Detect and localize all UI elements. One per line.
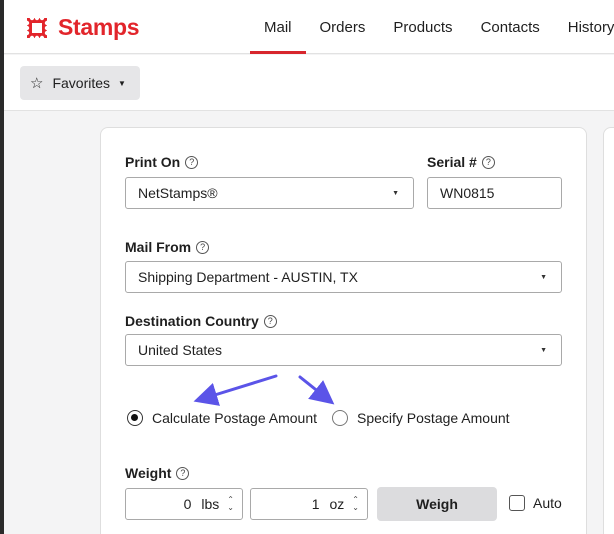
serial-label-text: Serial #	[427, 154, 477, 170]
mail-from-select[interactable]: Shipping Department - AUSTIN, TX ▼	[125, 261, 562, 293]
calculate-postage-label: Calculate Postage Amount	[152, 410, 317, 426]
destination-country-select[interactable]: United States ▼	[125, 334, 562, 366]
tab-contacts[interactable]: Contacts	[467, 0, 554, 54]
oz-value: 1	[311, 496, 320, 512]
weight-label: Weight ?	[125, 465, 190, 481]
auto-checkbox[interactable]: Auto	[509, 495, 562, 511]
destination-country-label: Destination Country ?	[125, 313, 277, 329]
help-circle-icon[interactable]: ?	[196, 240, 210, 254]
favorites-button[interactable]: ☆ Favorites ▼	[20, 66, 140, 100]
specify-postage-radio[interactable]: Specify Postage Amount	[332, 410, 510, 426]
lbs-unit: lbs	[201, 496, 220, 512]
caret-down-icon: ▼	[540, 347, 547, 354]
print-on-select[interactable]: NetStamps® ▼	[125, 177, 414, 209]
tab-orders[interactable]: Orders	[306, 0, 380, 54]
caret-down-icon: ▼	[540, 274, 547, 281]
star-icon: ☆	[30, 75, 44, 92]
sub-toolbar: ☆ Favorites ▼	[4, 55, 614, 111]
help-circle-icon[interactable]: ?	[481, 155, 495, 169]
stepper-arrows-icon[interactable]: ⌃ ⌄	[227, 496, 234, 512]
calculate-postage-radio[interactable]: Calculate Postage Amount	[127, 410, 317, 426]
mail-from-label: Mail From ?	[125, 239, 210, 255]
weight-lbs-stepper[interactable]: 0 lbs ⌃ ⌄	[125, 488, 243, 520]
help-circle-icon[interactable]: ?	[185, 155, 199, 169]
top-navigation-bar: Stamps Mail Orders Products Contacts His…	[4, 0, 614, 54]
radio-unchecked-icon[interactable]	[332, 410, 348, 426]
lbs-value: 0	[183, 496, 192, 512]
caret-down-icon: ▼	[118, 78, 126, 88]
checkbox-icon[interactable]	[509, 495, 525, 511]
stamps-logo[interactable]: Stamps	[24, 14, 140, 41]
destination-country-value: United States	[138, 342, 223, 358]
weight-oz-stepper[interactable]: 1 oz ⌃ ⌄	[250, 488, 368, 520]
tab-products[interactable]: Products	[379, 0, 466, 54]
tab-history[interactable]: History	[554, 0, 614, 54]
stamps-logo-icon	[24, 15, 50, 40]
weigh-button[interactable]: Weigh	[377, 487, 497, 521]
weight-label-text: Weight	[125, 465, 172, 481]
mail-from-value: Shipping Department - AUSTIN, TX	[138, 269, 358, 285]
specify-postage-label: Specify Postage Amount	[357, 410, 510, 426]
favorites-label: Favorites	[52, 75, 111, 91]
print-on-value: NetStamps®	[138, 185, 218, 201]
radio-checked-icon[interactable]	[127, 410, 143, 426]
oz-unit: oz	[329, 496, 345, 512]
main-nav: Mail Orders Products Contacts History	[250, 0, 614, 54]
help-circle-icon[interactable]: ?	[263, 314, 277, 328]
print-on-label-text: Print On	[125, 154, 181, 170]
stepper-arrows-icon[interactable]: ⌃ ⌄	[352, 496, 359, 512]
auto-label: Auto	[533, 495, 562, 511]
destination-country-label-text: Destination Country	[125, 313, 259, 329]
print-on-label: Print On ?	[125, 154, 199, 170]
tab-mail[interactable]: Mail	[250, 0, 306, 54]
mail-from-label-text: Mail From	[125, 239, 192, 255]
caret-down-icon: ▼	[392, 190, 399, 197]
help-circle-icon[interactable]: ?	[176, 466, 190, 480]
serial-input[interactable]: WN0815	[427, 177, 562, 209]
serial-value: WN0815	[440, 185, 495, 201]
brand-name: Stamps	[58, 14, 140, 40]
side-panel-edge	[603, 127, 614, 534]
serial-label: Serial # ?	[427, 154, 495, 170]
